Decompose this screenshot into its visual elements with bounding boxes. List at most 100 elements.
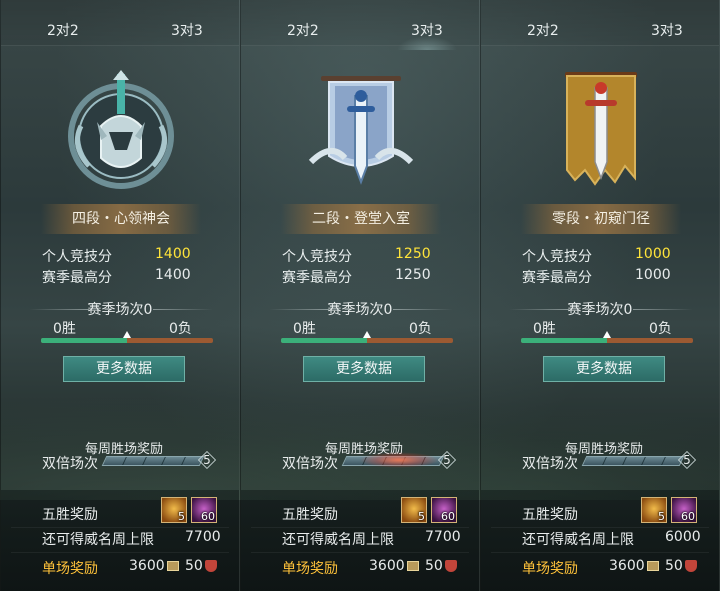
weekly-cap-value: 7700 <box>185 529 221 545</box>
rank-title: 零段・初窥门径 <box>521 204 681 234</box>
single-reward-shield: 50 <box>425 558 457 574</box>
reward-chest-count: 5 <box>178 510 185 523</box>
reward-chest-icon[interactable]: 5 <box>161 497 187 523</box>
rank-panel-1: 2对2 3对3 四段・心领神会 个人竞技分 1400 赛季最高分 1400 赛季… <box>0 0 240 591</box>
win-loss-bar <box>521 331 693 343</box>
double-matches-bar <box>581 456 685 466</box>
more-data-button[interactable]: 更多数据 <box>543 356 665 382</box>
single-reward-value2: 50 <box>185 558 203 574</box>
wins-count: 0胜 <box>53 321 76 337</box>
win-loss-marker <box>363 331 371 338</box>
single-reward-shield: 50 <box>185 558 217 574</box>
rank-panel-2: 2对2 3对3 二段・登堂入室 个人竞技分 1250 赛季最高分 1250 赛季… <box>240 0 480 591</box>
double-matches-count: 5 <box>199 452 215 468</box>
win-loss-bar <box>281 331 453 343</box>
season-best-value: 1400 <box>155 267 191 283</box>
reward-gem-count: 60 <box>681 510 695 523</box>
win-loss-bar <box>41 331 213 343</box>
gold-sword-banner-icon <box>565 72 637 186</box>
shield-icon <box>684 560 697 572</box>
personal-score-value: 1000 <box>635 246 671 262</box>
rank-panel-3: 2对2 3对3 零段・初窥门径 个人竞技分 1000 赛季最高分 1000 赛季… <box>480 0 720 591</box>
season-best-label: 赛季最高分 <box>42 270 112 286</box>
more-data-button[interactable]: 更多数据 <box>303 356 425 382</box>
wins-count: 0胜 <box>533 321 556 337</box>
season-matches: 赛季场次0 <box>327 302 393 318</box>
reward-chest-icon[interactable]: 5 <box>401 497 427 523</box>
single-match-reward-label: 单场奖励 <box>282 561 338 577</box>
reward-gem-icon[interactable]: 60 <box>671 497 697 523</box>
mode-tabs: 2对2 3对3 <box>1 0 239 46</box>
tab-2v2[interactable]: 2对2 <box>287 20 319 40</box>
single-reward-value1: 3600 <box>369 558 405 574</box>
weekly-cap-value: 6000 <box>665 529 701 545</box>
weekly-cap-value: 7700 <box>425 529 461 545</box>
tab-3v3[interactable]: 3对3 <box>651 20 683 40</box>
tab-2v2[interactable]: 2对2 <box>527 20 559 40</box>
personal-score-label: 个人竞技分 <box>282 249 352 265</box>
tab-2v2[interactable]: 2对2 <box>47 20 79 40</box>
shield-icon <box>204 560 217 572</box>
single-reward-value2: 50 <box>665 558 683 574</box>
single-reward-chest: 3600 <box>129 558 179 574</box>
double-matches-label: 双倍场次 <box>522 456 578 472</box>
single-reward-chest: 3600 <box>609 558 659 574</box>
losses-count: 0负 <box>169 321 192 337</box>
losses-count: 0负 <box>649 321 672 337</box>
win-loss-marker <box>603 331 611 338</box>
tab-3v3[interactable]: 3对3 <box>171 20 203 40</box>
single-match-reward-label: 单场奖励 <box>522 561 578 577</box>
double-matches-bar <box>101 456 205 466</box>
season-best-value: 1000 <box>635 267 671 283</box>
reward-chest-icon[interactable]: 5 <box>641 497 667 523</box>
wins-count: 0胜 <box>293 321 316 337</box>
divider <box>251 552 469 553</box>
season-best-label: 赛季最高分 <box>522 270 592 286</box>
tab-3v3[interactable]: 3对3 <box>397 20 457 50</box>
double-matches-count: 5 <box>679 452 695 468</box>
mode-tabs: 2对2 3对3 <box>481 0 719 46</box>
silver-armor-emblem-icon <box>68 70 174 189</box>
blue-sword-banner-icon <box>308 76 414 185</box>
reward-chest-count: 5 <box>418 510 425 523</box>
double-bar-glow <box>359 452 439 468</box>
reward-gem-icon[interactable]: 60 <box>431 497 457 523</box>
double-matches-label: 双倍场次 <box>42 456 98 472</box>
single-reward-chest: 3600 <box>369 558 419 574</box>
divider <box>251 527 469 528</box>
rank-title: 二段・登堂入室 <box>281 204 441 234</box>
single-reward-shield: 50 <box>665 558 697 574</box>
single-reward-value1: 3600 <box>609 558 645 574</box>
win-bar-fill <box>521 338 607 343</box>
personal-score-value: 1400 <box>155 246 191 262</box>
reward-gem-icon[interactable]: 60 <box>191 497 217 523</box>
divider <box>11 527 229 528</box>
weekly-cap-label: 还可得威名周上限 <box>522 532 634 548</box>
five-win-reward-label: 五胜奖励 <box>522 507 578 523</box>
double-matches-count: 5 <box>439 452 455 468</box>
rank-title: 四段・心领神会 <box>41 204 201 234</box>
personal-score-label: 个人竞技分 <box>42 249 112 265</box>
personal-score-value: 1250 <box>395 246 431 262</box>
weekly-cap-label: 还可得威名周上限 <box>42 532 154 548</box>
reward-gem-count: 60 <box>441 510 455 523</box>
more-data-button[interactable]: 更多数据 <box>63 356 185 382</box>
chest-icon <box>646 561 659 571</box>
mode-tabs: 2对2 3对3 <box>241 0 479 50</box>
single-reward-value1: 3600 <box>129 558 165 574</box>
chest-icon <box>406 561 419 571</box>
single-match-reward-label: 单场奖励 <box>42 561 98 577</box>
single-reward-value2: 50 <box>425 558 443 574</box>
win-bar-fill <box>41 338 127 343</box>
season-best-label: 赛季最高分 <box>282 270 352 286</box>
season-matches: 赛季场次0 <box>567 302 633 318</box>
chest-icon <box>166 561 179 571</box>
divider <box>11 552 229 553</box>
season-matches: 赛季场次0 <box>87 302 153 318</box>
win-loss-marker <box>123 331 131 338</box>
season-best-value: 1250 <box>395 267 431 283</box>
win-bar-fill <box>281 338 367 343</box>
weekly-cap-label: 还可得威名周上限 <box>282 532 394 548</box>
personal-score-label: 个人竞技分 <box>522 249 592 265</box>
five-win-reward-label: 五胜奖励 <box>282 507 338 523</box>
